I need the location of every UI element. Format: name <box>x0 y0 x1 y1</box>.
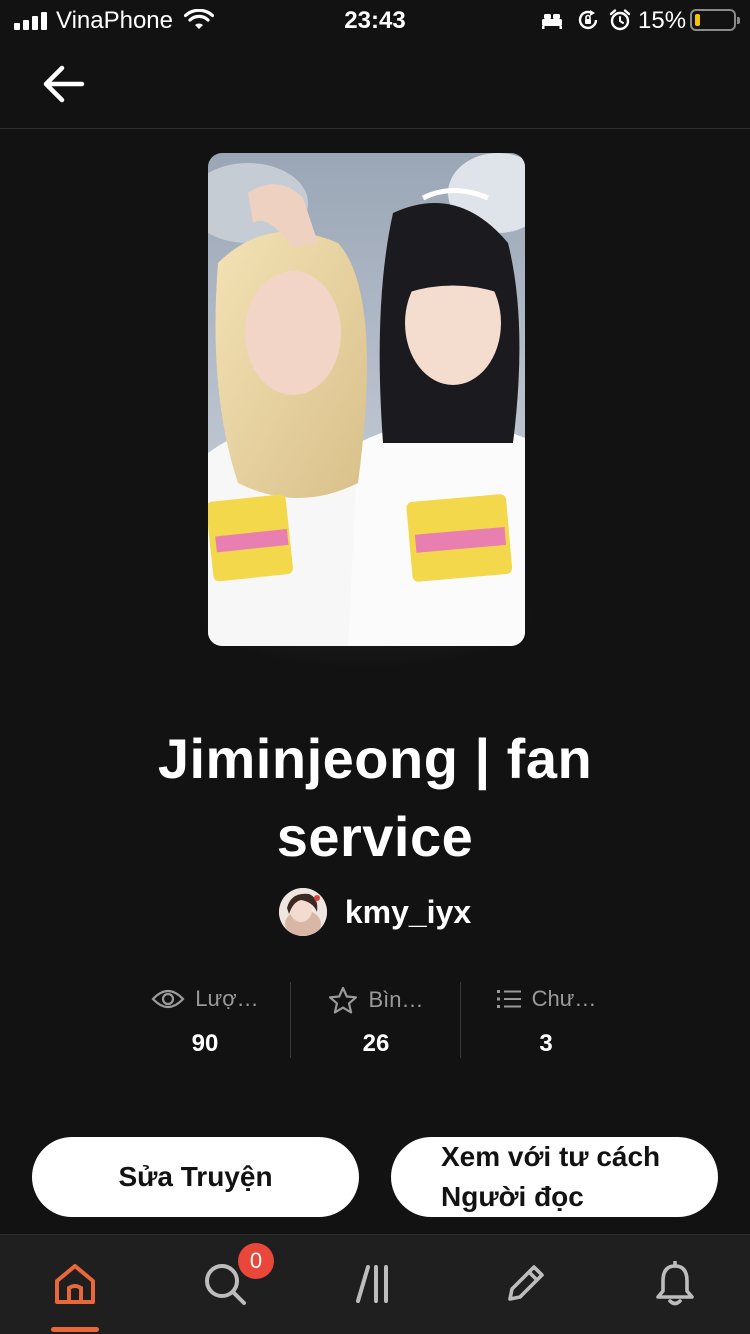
bell-icon <box>656 1261 694 1306</box>
view-as-reader-button[interactable]: Xem với tư cách Người đọc <box>391 1137 718 1217</box>
stat-reads-value: 90 <box>191 1030 219 1057</box>
nav-write[interactable] <box>450 1235 600 1334</box>
library-icon <box>356 1265 388 1303</box>
nav-home[interactable] <box>0 1235 150 1334</box>
edit-story-label: Sửa Truyện <box>118 1161 273 1192</box>
stat-votes: Bìn… 26 <box>290 982 460 1058</box>
stat-parts-header: Chư… <box>461 986 631 1012</box>
top-bar <box>0 42 750 129</box>
stat-reads: Lượ… 90 <box>120 982 290 1058</box>
battery-icon <box>690 9 740 31</box>
stat-votes-header: Bìn… <box>291 986 461 1014</box>
stat-reads-header: Lượ… <box>120 986 290 1012</box>
rotation-lock-icon <box>578 10 598 30</box>
nav-search[interactable] <box>150 1235 300 1334</box>
library-badge: 0 <box>238 1243 274 1279</box>
avatar-image <box>278 888 327 936</box>
avatar[interactable] <box>278 888 327 936</box>
nav-notifications[interactable] <box>600 1235 750 1334</box>
battery-level <box>695 14 700 26</box>
list-icon <box>496 990 521 1008</box>
stat-votes-label: Bìn… <box>368 987 424 1012</box>
status-bar: VinaPhone 23:43 15% <box>0 0 750 42</box>
view-as-reader-label: Xem với tư cách Người đọc <box>441 1141 661 1212</box>
pencil-icon <box>508 1265 544 1301</box>
bottom-navigation: 0 <box>0 1234 750 1334</box>
story-detail-screen: VinaPhone 23:43 15% Jiminjeong | fan ser… <box>0 0 750 1334</box>
bed-icon <box>542 14 562 29</box>
battery-percent: 15% <box>638 7 687 34</box>
cover-photo <box>208 153 525 646</box>
nav-active-indicator <box>51 1327 99 1332</box>
eye-icon <box>151 989 185 1009</box>
author-row[interactable]: kmy_iyx <box>0 886 750 938</box>
author-name[interactable]: kmy_iyx <box>345 894 471 931</box>
story-stats: Lượ… 90 Bìn… 26 Chư… 3 <box>120 982 630 1058</box>
edit-story-button[interactable]: Sửa Truyện <box>32 1137 359 1217</box>
stat-parts-label: Chư… <box>531 986 597 1011</box>
story-title: Jiminjeong | fan service <box>157 727 593 868</box>
story-cover-image[interactable] <box>208 153 525 646</box>
nav-library[interactable] <box>300 1235 450 1334</box>
star-icon <box>329 986 358 1014</box>
stat-votes-value: 26 <box>362 1030 390 1057</box>
stat-parts: Chư… 3 <box>460 982 630 1058</box>
home-icon <box>55 1264 95 1304</box>
stat-reads-label: Lượ… <box>195 986 259 1011</box>
alarm-icon <box>609 9 631 31</box>
arrow-left-icon[interactable] <box>38 60 90 108</box>
stat-parts-value: 3 <box>539 1030 553 1057</box>
